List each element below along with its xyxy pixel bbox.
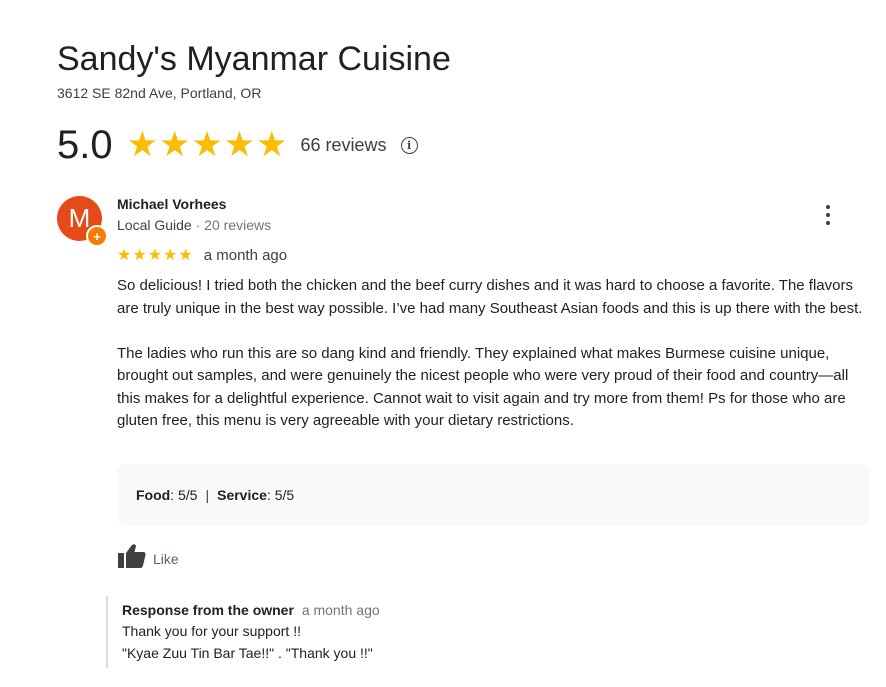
owner-response-title: Response from the owner bbox=[122, 602, 294, 618]
more-dot bbox=[826, 221, 830, 225]
owner-response-line: Thank you for your support !! bbox=[122, 623, 301, 639]
business-title: Sandy's Myanmar Cuisine bbox=[57, 40, 451, 78]
reviewer-meta[interactable]: Local Guide · 20 reviews bbox=[117, 217, 271, 233]
aspect-ratings-panel: Food : 5/5 | Service : 5/5 bbox=[117, 464, 869, 526]
thumbs-up-icon bbox=[117, 543, 147, 574]
owner-response-date: a month ago bbox=[301, 602, 380, 618]
like-button[interactable]: Like bbox=[117, 543, 179, 574]
reviewer-role: Local Guide bbox=[117, 217, 192, 233]
aspect-label-food: Food bbox=[136, 487, 171, 503]
aspect-label-service: Service bbox=[217, 487, 267, 503]
rating-summary: 5.0 ★★★★★ 66 reviews i bbox=[57, 120, 418, 170]
review-body: So delicious! I tried both the chicken a… bbox=[117, 275, 867, 433]
aspect-separator: | bbox=[205, 487, 210, 503]
local-guide-badge-icon: + bbox=[86, 225, 108, 247]
aspect-value-food: : 5/5 bbox=[170, 487, 198, 503]
review-paragraph: The ladies who run this are so dang kind… bbox=[117, 344, 849, 430]
reviewer-review-count: 20 reviews bbox=[204, 217, 272, 233]
review-rating-row: ★★★★★ a month ago bbox=[117, 245, 287, 265]
more-vert-icon[interactable] bbox=[820, 203, 836, 227]
owner-response-line: "Kyae Zuu Tin Bar Tae!!" . "Thank you !!… bbox=[122, 645, 373, 661]
owner-response: Response from the owner a month ago Than… bbox=[106, 596, 380, 668]
business-address: 3612 SE 82nd Ave, Portland, OR bbox=[57, 85, 262, 101]
review-date: a month ago bbox=[203, 246, 288, 264]
aspect-value-service: : 5/5 bbox=[266, 487, 295, 503]
review-paragraph: So delicious! I tried both the chicken a… bbox=[117, 277, 863, 317]
info-icon[interactable]: i bbox=[400, 136, 418, 154]
more-dot bbox=[826, 213, 830, 217]
more-dot bbox=[826, 205, 830, 209]
owner-response-heading: Response from the owner a month ago bbox=[122, 596, 380, 620]
reviewer-name[interactable]: Michael Vorhees bbox=[117, 196, 226, 212]
meta-separator: · bbox=[191, 217, 205, 233]
review-count-link[interactable]: 66 reviews bbox=[301, 135, 387, 156]
review-stars: ★★★★★ bbox=[117, 247, 194, 264]
like-label: Like bbox=[153, 550, 179, 567]
rating-value: 5.0 bbox=[57, 122, 113, 167]
rating-stars: ★★★★★ bbox=[126, 125, 289, 164]
